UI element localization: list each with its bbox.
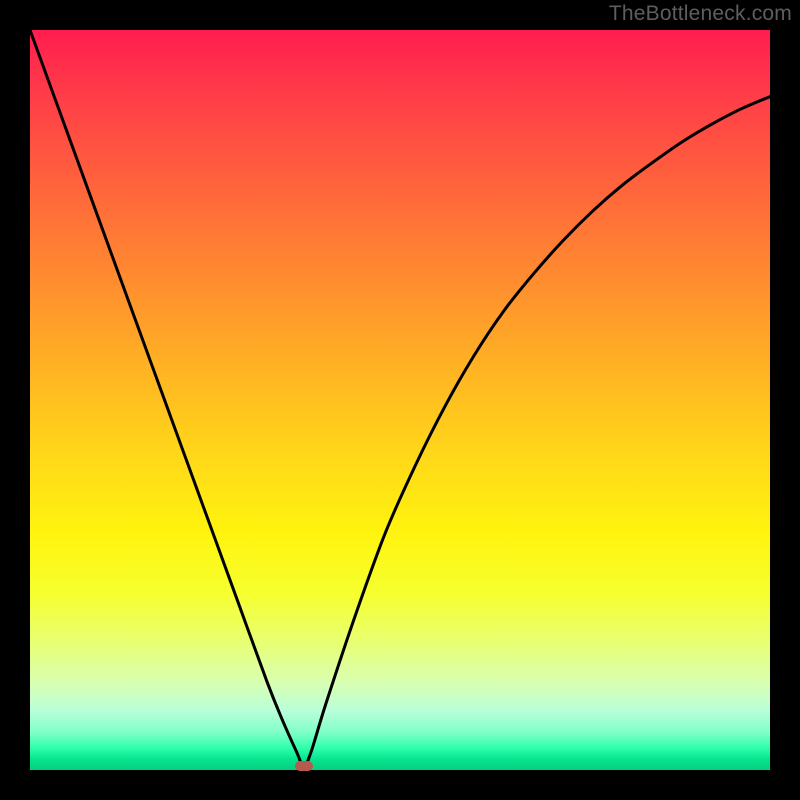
watermark-text: TheBottleneck.com xyxy=(609,2,792,26)
plot-area xyxy=(30,30,770,770)
bottleneck-curve xyxy=(30,30,770,766)
optimal-point-marker xyxy=(295,761,313,771)
curve-svg xyxy=(30,30,770,770)
chart-frame: TheBottleneck.com xyxy=(0,0,800,800)
